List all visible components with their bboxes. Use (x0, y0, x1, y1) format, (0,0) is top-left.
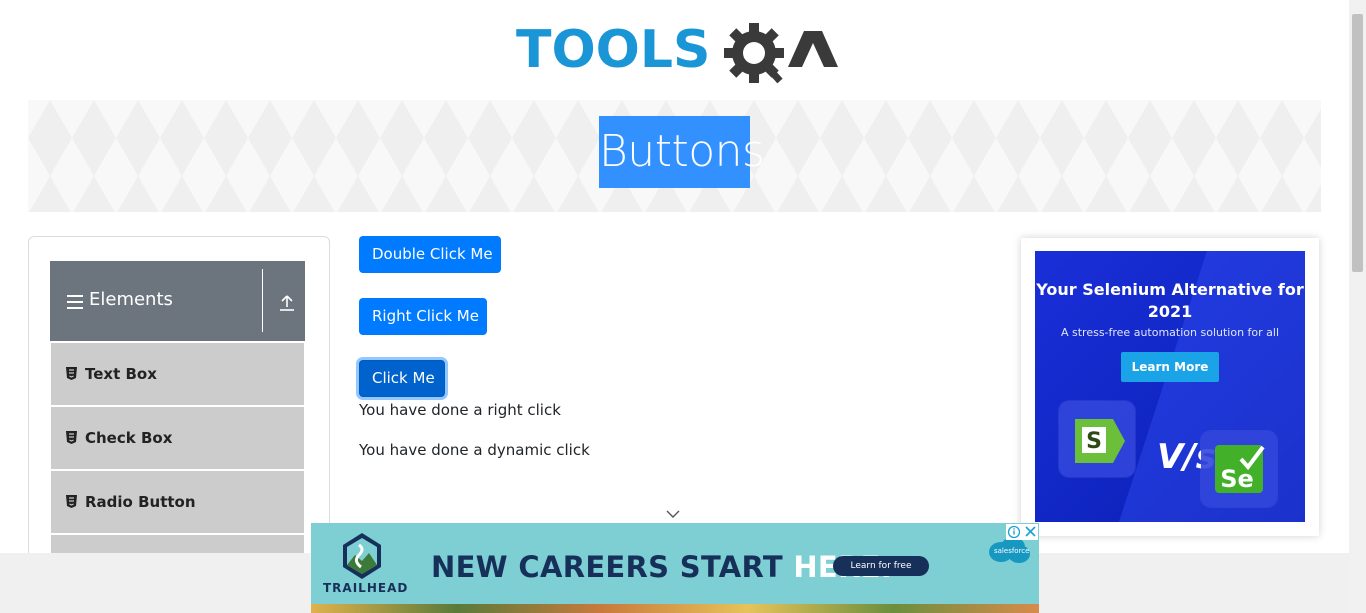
right-click-button[interactable]: Right Click Me (359, 298, 487, 335)
page: TOOLS Buttons Elements Text Box Check Bo… (0, 0, 1366, 613)
learn-for-free-button[interactable]: Learn for free (833, 556, 929, 576)
selenium-logo-icon: Se (1215, 445, 1265, 493)
sidebar-item-text-box[interactable]: Text Box (51, 343, 304, 405)
toolsqa-logo[interactable]: TOOLS (516, 17, 838, 89)
sidebar-group-divider (262, 269, 263, 332)
html5-icon (66, 495, 77, 508)
ad-subtext: A stress-free automation solution for al… (1060, 326, 1280, 339)
double-click-button[interactable]: Double Click Me (359, 236, 501, 273)
page-title: Buttons (599, 116, 765, 188)
svg-text:S: S (1086, 429, 1102, 454)
salesforce-label: salesforce (994, 547, 1030, 555)
trailhead-label: TRAILHEAD (323, 581, 409, 595)
right-click-message: You have done a right click (359, 401, 561, 419)
ad-headline: Your Selenium Alternative for 2021 (1036, 280, 1304, 321)
sidebar-item-check-box[interactable]: Check Box (51, 407, 304, 469)
scrollbar-thumb[interactable] (1352, 14, 1363, 272)
sidebar-item-radio-button[interactable]: Radio Button (51, 471, 304, 533)
bottom-ad-headline: NEW CAREERS START HERE. (431, 550, 892, 584)
html5-icon (66, 367, 77, 380)
html5-icon (66, 431, 77, 444)
gear-icon (724, 23, 784, 84)
logo-text-tools: TOOLS (516, 20, 710, 80)
upload-icon[interactable] (279, 294, 295, 312)
headline-part-1: NEW CAREERS START (431, 550, 794, 584)
menu-icon (67, 295, 83, 309)
bottom-ad-illustration (311, 604, 1039, 613)
click-me-button[interactable]: Click Me (359, 360, 445, 397)
logo-letter-a (788, 31, 838, 67)
page-scrollbar[interactable] (1349, 0, 1366, 613)
katalon-logo-tile: S (1059, 401, 1135, 477)
dynamic-click-message: You have done a dynamic click (359, 441, 590, 459)
katalon-logo-icon: S (1075, 419, 1125, 463)
sidebar-group-elements[interactable]: Elements (50, 261, 305, 341)
selenium-logo-tile: Se (1201, 431, 1277, 507)
ad-choices-icon[interactable] (1006, 524, 1038, 540)
ad-learn-more-button[interactable]: Learn More (1121, 352, 1219, 382)
trailhead-logo-icon (343, 533, 381, 579)
sidebar-item-label: Text Box (85, 365, 157, 383)
sidebar-group-label: Elements (89, 289, 173, 310)
side-ad[interactable]: Your Selenium Alternative for 2021 A str… (1035, 251, 1305, 522)
bottom-ad-banner[interactable]: TRAILHEAD NEW CAREERS START HERE. Learn … (311, 523, 1039, 613)
sidebar-item-label: Radio Button (85, 493, 196, 511)
sidebar-item-label: Check Box (85, 429, 173, 447)
chevron-down-icon[interactable] (666, 510, 680, 519)
